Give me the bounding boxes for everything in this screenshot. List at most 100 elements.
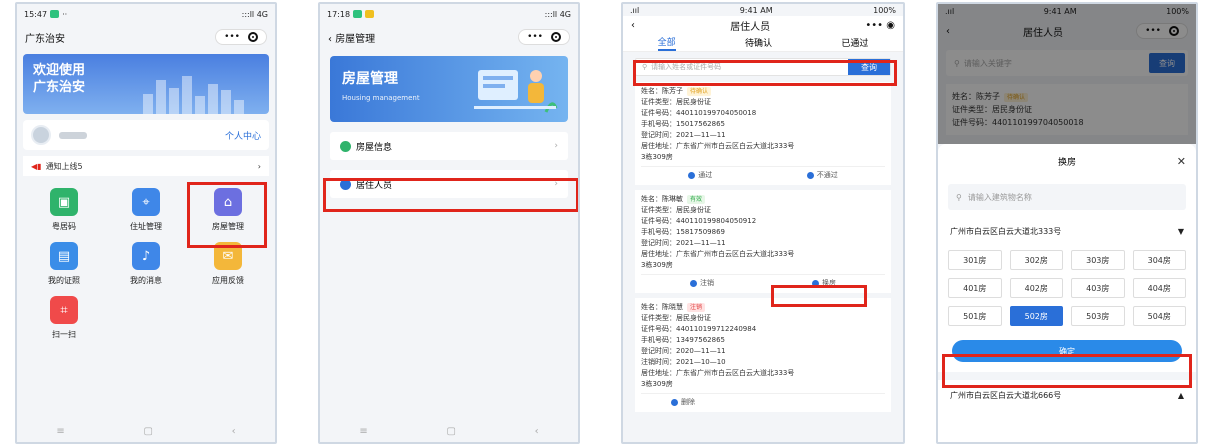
room-option[interactable]: 302房 [1009,250,1063,270]
delete-button[interactable]: 删除 [671,397,695,408]
status-badge: 有效 [687,195,706,204]
page-title: 居住人员 [730,21,771,33]
phone-change-room: .ııl 9:41 AM 100% ‹ 居住人员 ••• ⚲ 请输入关键字 查询 … [936,2,1198,444]
grid-label: 粤居码 [52,222,76,231]
modal-overlay[interactable] [938,4,1196,144]
close-mini-app-icon[interactable] [551,32,561,42]
notification-icon [365,10,375,18]
phone-residents-list: .ııl 9:41 AM 100% ‹ 居住人员 ••• ◉ 全部 待确认 已通… [621,2,905,444]
highlight-residents [323,178,578,212]
highlight-change-room [771,285,867,307]
room-grid: 301房 302房 303房 304房 401房 402房 403房 404房 … [938,246,1196,330]
grid-item-scan[interactable]: ⌗ 扫一扫 [23,296,105,340]
room-option[interactable]: 501房 [948,306,1002,326]
clock: 17:18 [327,9,351,19]
blurred-username [59,131,87,139]
address: 居住地址：广东省广州市白云区白云大道北333号 [641,369,795,377]
address-unit: 3栋309房 [641,261,673,269]
clock: 15:47 [24,9,48,19]
address-unit: 3栋309房 [641,380,673,388]
cancel-registration-button[interactable]: 注销 [690,278,714,289]
reject-button[interactable]: 不通过 [806,170,838,181]
tab-pending[interactable]: 待确认 [745,36,772,49]
notice-bar[interactable]: ◀▮ 通知上线5 › [23,156,269,176]
address-group-1[interactable]: 广州市白云区白云大道北333号 ▼ [938,216,1196,246]
room-option[interactable]: 504房 [1132,306,1186,326]
status-badge: 待确认 [687,87,712,96]
chevron-right-icon: › [257,161,261,171]
scan-icon: ⌗ [50,296,78,324]
tab-approved[interactable]: 已通过 [841,36,868,49]
room-option-selected[interactable]: 502房 [1009,306,1063,326]
room-option[interactable]: 401房 [948,278,1002,298]
user-card[interactable]: 个人中心 [23,120,269,150]
more-icon[interactable]: ••• ◉ [865,20,895,31]
chevron-right-icon: › [554,141,558,151]
menu-capsule[interactable]: ••• [518,29,570,45]
back-arrow-icon[interactable]: ‹ [631,20,635,31]
grid-item-yue-ju-ma[interactable]: ▣ 粤居码 [23,188,105,232]
grid-item-my-messages[interactable]: ♪ 我的消息 [105,242,187,286]
nav-bar: 广东治安 ••• [17,24,275,50]
room-option[interactable]: 304房 [1132,250,1186,270]
menu-capsule[interactable]: ••• [215,29,267,45]
more-icon[interactable]: ••• [224,32,240,42]
home-icon[interactable]: ▢ [143,426,152,437]
resident-card[interactable]: 姓名：陈芳子 待确认 证件类型：居民身份证 证件号码：44011019970405… [635,82,891,185]
back-icon[interactable]: ‹ [232,426,236,437]
phone-number: 手机号码：15017562865 [641,120,725,128]
signal-icon: .ııl [630,5,640,15]
welcome-banner: 欢迎使用 广东治安 [23,54,269,114]
id-type: 证件类型：居民身份证 [641,206,711,214]
address-unit: 3栋309房 [641,153,673,161]
grid-item-app-feedback[interactable]: ✉ 应用反馈 [187,242,269,286]
status-tabs: 全部 待确认 已通过 [623,34,903,52]
id-type: 证件类型：居民身份证 [641,314,711,322]
address: 居住地址：广东省广州市白云区白云大道北333号 [641,250,795,258]
room-option[interactable]: 403房 [1071,278,1125,298]
resident-card[interactable]: 姓名：陈琳敏 有效 证件类型：居民身份证 证件号码：440110199804050… [635,190,891,293]
search-icon: ⚲ [956,192,962,202]
grid-label: 扫一扫 [52,330,76,339]
close-icon[interactable]: ✕ [1177,155,1186,168]
menu-icon[interactable]: ≡ [359,426,367,437]
menu-icon[interactable]: ≡ [56,426,64,437]
building-search-input[interactable]: ⚲ 请输入建筑物名称 [948,184,1186,210]
close-mini-app-icon[interactable] [248,32,258,42]
room-option[interactable]: 301房 [948,250,1002,270]
menu-house-info[interactable]: 房屋信息 › [330,132,568,160]
more-icon[interactable]: ••• [527,32,543,42]
cancel-icon [690,280,697,287]
check-icon [688,172,696,179]
address: 居住地址：广东省广州市白云区白云大道北333号 [641,142,795,150]
back-icon[interactable]: ‹ [535,426,539,437]
personal-center-link[interactable]: 个人中心 [225,129,261,142]
city-skyline-icon [143,74,263,114]
home-icon[interactable]: ▢ [446,426,455,437]
resident-card[interactable]: 姓名：陈晓慧 注销 证件类型：居民身份证 证件号码：440110199712240… [635,298,891,412]
approve-button[interactable]: 通过 [688,170,712,181]
grid-item-address-management[interactable]: ⌖ 住址管理 [105,188,187,232]
wechat-icon [353,10,363,18]
cross-icon [806,172,814,179]
highlight-house-management [187,182,267,248]
notice-text: 通知上线5 [45,161,83,171]
location-icon: ⌖ [132,188,160,216]
register-date: 登记时间：2021—11—11 [641,131,726,139]
grid-item-my-licenses[interactable]: ▤ 我的证照 [23,242,105,286]
highlight-confirm [942,354,1192,388]
phone-number: 手机号码：15817509869 [641,228,725,236]
speaker-icon: ◀▮ [31,161,42,171]
room-option[interactable]: 404房 [1132,278,1186,298]
avatar [31,125,51,145]
room-option[interactable]: 402房 [1009,278,1063,298]
status-bar: 17:18 :::ll 4G [320,4,578,24]
tab-all[interactable]: 全部 [657,35,676,51]
wechat-icon [50,10,60,18]
room-option[interactable]: 503房 [1071,306,1125,326]
bell-icon: ♪ [132,242,160,270]
status-badge: 注销 [687,303,706,312]
id-number: 证件号码：440110199804050912 [641,217,757,225]
room-option[interactable]: 303房 [1071,250,1125,270]
status-bar: .ııl 9:41 AM 100% [623,4,903,16]
